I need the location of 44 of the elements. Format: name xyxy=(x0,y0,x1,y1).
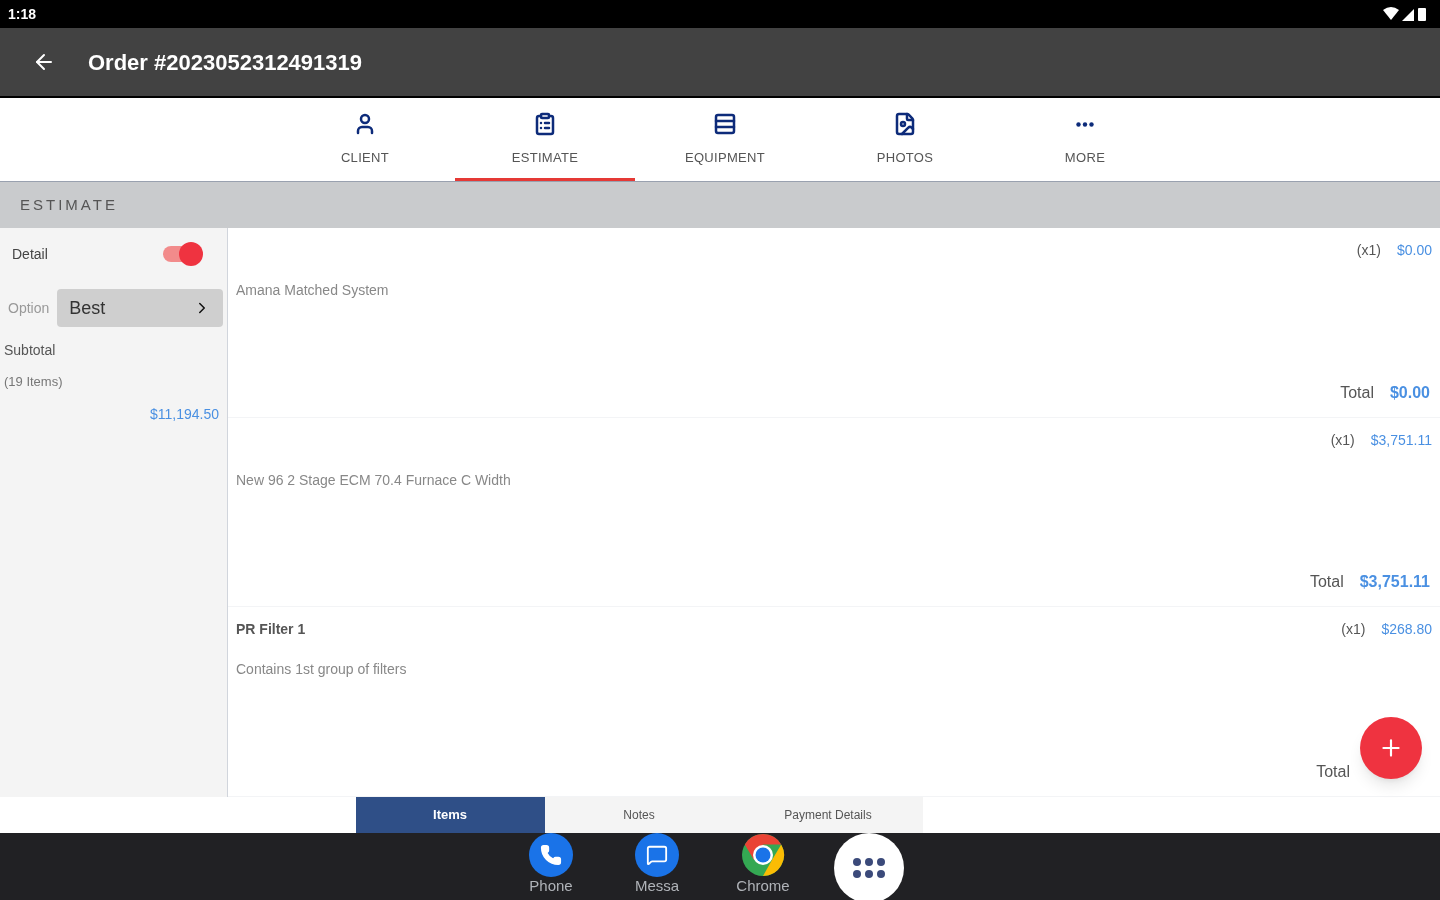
item-quantity: (x1) xyxy=(1356,241,1381,260)
clipboard-icon xyxy=(533,112,557,137)
add-button[interactable] xyxy=(1360,717,1422,779)
total-label: Total xyxy=(1340,382,1374,403)
estimate-item[interactable]: (x1) $0.00 Amana Matched System Total $0.00 xyxy=(228,228,1440,418)
status-time: 1:18 xyxy=(8,5,37,24)
item-price: $3,751.11 xyxy=(1370,430,1432,450)
order-title: Order #2023052312491319 xyxy=(88,48,363,77)
option-select[interactable]: Best xyxy=(57,289,223,327)
tab[interactable]: EQUIPMENT xyxy=(635,98,815,181)
item-description: Amana Matched System xyxy=(236,281,390,300)
item-quantity: (x1) xyxy=(1330,430,1355,450)
subtotal-label: Subtotal xyxy=(3,341,57,360)
browser-icon[interactable] xyxy=(741,833,785,877)
more-icon xyxy=(1076,121,1094,127)
bottom-tab[interactable]: Payment Details xyxy=(733,797,923,833)
dock-label: Phone xyxy=(529,877,573,895)
item-total: $3,751.11 xyxy=(1359,572,1430,593)
item-name: PR Filter 1 xyxy=(236,620,306,640)
item-total: $0.00 xyxy=(1389,382,1430,403)
section-title: ESTIMATE xyxy=(20,194,118,215)
bottom-tab[interactable]: Notes xyxy=(544,797,734,833)
item-price: $0.00 xyxy=(1396,241,1432,260)
bottom-tab[interactable]: Items xyxy=(355,797,545,833)
item-price: $268.80 xyxy=(1381,620,1432,640)
subtotal-amount: $11,194.50 xyxy=(149,404,220,424)
dock-label: Messa xyxy=(634,877,680,895)
image-file-icon xyxy=(893,112,917,137)
tab[interactable]: MORE xyxy=(995,98,1175,181)
total-label: Total xyxy=(1316,762,1350,782)
total-label: Total xyxy=(1309,572,1344,593)
detail-label: Detail xyxy=(12,245,48,264)
phone-icon[interactable] xyxy=(529,833,573,877)
estimate-item[interactable]: (x1) $3,751.11 New 96 2 Stage ECM 70.4 Furnace C Width Total $3,751.11 xyxy=(228,417,1440,608)
item-description: New 96 2 Stage ECM 70.4 Furnace C Width xyxy=(236,470,512,490)
dock-label: Chrome xyxy=(736,877,790,895)
tab[interactable]: PHOTOS xyxy=(815,98,995,181)
tab[interactable]: CLIENT xyxy=(275,98,455,181)
item-quantity: (x1) xyxy=(1341,620,1366,640)
rows-icon xyxy=(713,112,737,137)
subtotal-count: (19 Items) xyxy=(3,373,64,391)
item-description: Contains 1st group of filters xyxy=(236,660,408,680)
message-icon[interactable] xyxy=(635,833,679,877)
option-label: Option xyxy=(8,299,50,318)
